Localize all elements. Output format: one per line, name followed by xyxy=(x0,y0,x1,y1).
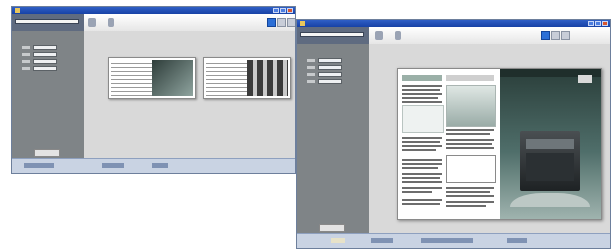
sidebar-button[interactable] xyxy=(319,224,345,232)
maximize-button[interactable] xyxy=(595,21,601,26)
sidebar-field[interactable] xyxy=(307,79,342,84)
sidebar-field[interactable] xyxy=(307,58,342,63)
brochure-cover xyxy=(499,69,601,219)
sidebar-field[interactable] xyxy=(307,72,342,77)
thumbnail-view-icon[interactable] xyxy=(287,18,295,27)
single-page-view-icon[interactable] xyxy=(267,18,276,27)
thumbnail-page[interactable] xyxy=(203,57,291,99)
minimize-button[interactable] xyxy=(273,8,279,13)
viewer-window-back xyxy=(11,6,296,174)
zoom-icon[interactable] xyxy=(108,18,114,27)
sidebar-field[interactable] xyxy=(22,52,57,57)
toolbar xyxy=(297,27,610,45)
close-button[interactable] xyxy=(602,21,608,26)
sidebar-button[interactable] xyxy=(34,149,60,157)
search-input[interactable] xyxy=(15,19,79,24)
status-bar xyxy=(12,158,295,173)
navigate-icon[interactable] xyxy=(88,18,96,27)
sidebar-field[interactable] xyxy=(307,65,342,70)
document-spread[interactable] xyxy=(397,68,602,220)
sidebar xyxy=(297,44,369,234)
sidebar-field[interactable] xyxy=(22,45,57,50)
cover-heading xyxy=(518,87,520,94)
window-controls xyxy=(273,8,293,13)
two-page-view-icon[interactable] xyxy=(277,18,286,27)
minimize-button[interactable] xyxy=(588,21,594,26)
zoom-icon[interactable] xyxy=(395,31,401,40)
window-title xyxy=(28,7,30,12)
app-icon xyxy=(300,21,305,26)
app-icon xyxy=(15,8,20,13)
viewer-window-front xyxy=(296,19,611,249)
title-bar[interactable] xyxy=(297,20,610,27)
thumbnail-page[interactable] xyxy=(108,57,196,99)
thumbnail-area xyxy=(84,31,295,159)
maximize-button[interactable] xyxy=(280,8,286,13)
sidebar xyxy=(12,31,84,159)
window-title xyxy=(313,20,315,25)
close-button[interactable] xyxy=(287,8,293,13)
title-bar[interactable] xyxy=(12,7,295,14)
brochure-inner-page xyxy=(398,69,500,219)
search-input[interactable] xyxy=(300,32,364,37)
sidebar-field[interactable] xyxy=(22,66,57,71)
sidebar-header xyxy=(12,14,84,31)
thumbnail-view-icon[interactable] xyxy=(561,31,570,40)
sidebar-field[interactable] xyxy=(22,59,57,64)
window-controls xyxy=(588,21,608,26)
two-page-view-icon[interactable] xyxy=(551,31,560,40)
single-page-view-icon[interactable] xyxy=(541,31,550,40)
toolbar xyxy=(12,14,295,32)
sidebar-header xyxy=(297,27,369,44)
navigate-icon[interactable] xyxy=(375,31,383,40)
status-bar xyxy=(297,233,610,248)
